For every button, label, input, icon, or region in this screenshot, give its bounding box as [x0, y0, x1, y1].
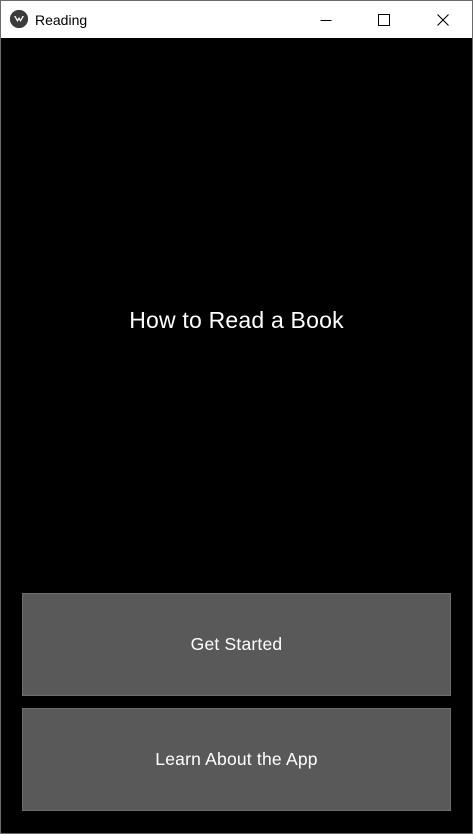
- main-content: How to Read a Book Get Started Learn Abo…: [1, 38, 472, 833]
- maximize-icon: [378, 13, 390, 26]
- get-started-button[interactable]: Get Started: [22, 593, 451, 696]
- app-icon: [10, 10, 28, 28]
- learn-about-app-button[interactable]: Learn About the App: [22, 708, 451, 811]
- maximize-button[interactable]: [355, 1, 413, 38]
- title-bar[interactable]: Reading: [1, 1, 472, 38]
- minimize-button[interactable]: [297, 1, 355, 38]
- window-title: Reading: [35, 12, 88, 28]
- close-icon: [437, 13, 449, 26]
- app-window: Reading How to Read a Book Get Started L…: [0, 0, 473, 834]
- close-button[interactable]: [414, 1, 472, 38]
- minimize-icon: [320, 19, 332, 21]
- page-title: How to Read a Book: [129, 307, 344, 333]
